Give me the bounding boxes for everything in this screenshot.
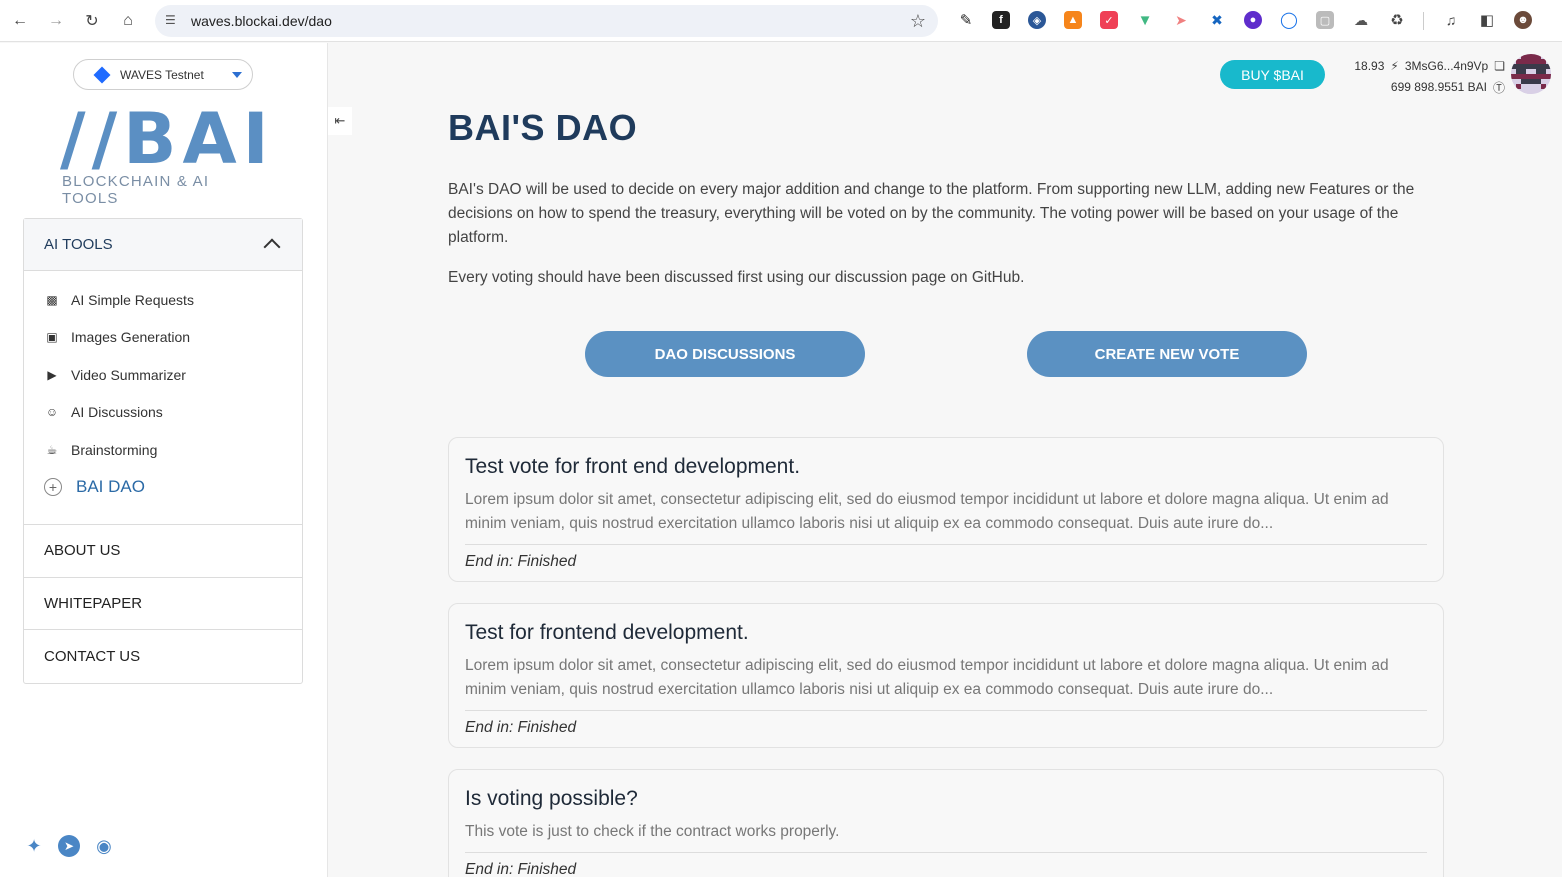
lightning-icon: ⚡ <box>1390 59 1399 73</box>
image-icon: ▣ <box>46 330 58 345</box>
sidebar-item-label: Images Generation <box>71 329 191 346</box>
side-panel-icon[interactable]: ◧ <box>1478 11 1496 29</box>
dao-discussions-button[interactable]: DAO DISCUSSIONS <box>585 331 865 377</box>
arrow-extension-icon[interactable]: ➤ <box>1172 11 1190 29</box>
vote-title: Test for frontend development. <box>465 621 749 644</box>
profile-avatar-icon[interactable]: ☻ <box>1514 11 1532 29</box>
network-label: WAVES Testnet <box>120 67 204 82</box>
vote-description: Lorem ipsum dolor sit amet, consectetur … <box>465 488 1427 545</box>
nav-menu: AI TOOLS ▩ AI Simple Requests ▣ Images G… <box>23 218 303 684</box>
collapse-sidebar-icon[interactable]: ⇤ <box>328 107 352 135</box>
social-links: ✦ ➤ ◉ <box>22 835 116 857</box>
sidebar-item-label: AI Discussions <box>71 404 163 421</box>
bai-balance: 699 898.9551 BAI <box>1390 80 1487 94</box>
chevron-up-icon[interactable] <box>263 238 281 256</box>
vote-card[interactable]: Test for frontend development. Lorem ips… <box>448 603 1444 748</box>
sidebar-item-ai-simple-requests[interactable]: ▩ AI Simple Requests <box>24 281 302 319</box>
wallet-info: 18.93 ⚡ 3MsG6...4n9Vp ❏ 699 898.9551 BAI… <box>1330 58 1505 98</box>
grey-extension-icon[interactable]: ▢ <box>1316 11 1334 29</box>
pocket-extension-icon[interactable]: ✓ <box>1100 11 1118 29</box>
ring-extension-icon[interactable]: ◯ <box>1280 11 1298 29</box>
circle-extension-icon[interactable]: ● <box>1244 11 1262 29</box>
plus-circle-icon: + <box>44 478 62 497</box>
shield-extension-icon[interactable]: ◈ <box>1028 11 1046 29</box>
nav-whitepaper[interactable]: WHITEPAPER <box>24 578 302 630</box>
coin-icon: Ⓣ <box>1492 80 1505 95</box>
sidebar-item-label: Brainstorming <box>71 441 158 458</box>
logo-mark: //BAI <box>60 98 275 180</box>
nav-contact-us[interactable]: CONTACT US <box>24 630 302 683</box>
twitter-icon[interactable]: ✦ <box>22 835 46 857</box>
sidebar-item-brainstorming[interactable]: ☕ Brainstorming <box>24 431 302 469</box>
discord-icon[interactable]: ◉ <box>92 835 116 857</box>
vote-card[interactable]: Is voting possible? This vote is just to… <box>448 769 1444 877</box>
video-icon: ▶ <box>47 367 57 382</box>
ai-tools-header[interactable]: AI TOOLS <box>24 219 302 271</box>
vote-title: Test vote for front end development. <box>465 455 801 478</box>
vote-end-status: End in: Finished <box>465 553 577 570</box>
media-control-icon[interactable]: ♫ <box>1442 11 1460 29</box>
bookmark-star-icon[interactable]: ☆ <box>910 11 926 32</box>
sidebar-item-bai-dao[interactable]: + BAI DAO <box>24 469 302 507</box>
ai-tools-label: AI TOOLS <box>44 236 113 253</box>
waves-balance: 18.93 <box>1354 59 1385 73</box>
toolbar-divider <box>1423 12 1424 30</box>
robot-icon: ▩ <box>46 292 58 307</box>
sidebar: WAVES Testnet //BAI BLOCKCHAIN & AI TOOL… <box>0 43 328 877</box>
chat-icon: ☺ <box>45 405 59 420</box>
puzzle-blue-extension-icon[interactable]: ✖ <box>1208 11 1226 29</box>
create-new-vote-button[interactable]: CREATE NEW VOTE <box>1027 331 1307 377</box>
user-avatar[interactable] <box>1511 54 1551 94</box>
vote-card[interactable]: Test vote for front end development. Lor… <box>448 437 1444 582</box>
vote-description: Lorem ipsum dolor sit amet, consectetur … <box>465 654 1427 711</box>
extensions-puzzle-icon[interactable]: ♻ <box>1388 11 1406 29</box>
fox-extension-icon[interactable]: ▲ <box>1064 11 1082 29</box>
url-text[interactable]: waves.blockai.dev/dao <box>191 13 332 29</box>
cookie-extension-icon[interactable]: ☁ <box>1352 11 1370 29</box>
forward-icon[interactable]: → <box>44 9 68 33</box>
logo-tagline: BLOCKCHAIN & AI TOOLS <box>62 173 210 207</box>
vote-title: Is voting possible? <box>465 787 638 810</box>
sidebar-item-label: AI Simple Requests <box>71 291 194 308</box>
coffee-icon: ☕ <box>46 442 58 457</box>
dao-intro: BAI's DAO will be used to decide on ever… <box>448 181 1415 246</box>
formula-extension-icon[interactable]: f <box>992 11 1010 29</box>
vote-end-status: End in: Finished <box>465 861 577 877</box>
bai-logo[interactable]: //BAI BLOCKCHAIN & AI TOOLS <box>60 104 270 207</box>
vote-description: This vote is just to check if the contra… <box>465 820 1427 853</box>
caret-down-icon <box>232 72 242 78</box>
buy-bai-button[interactable]: BUY $BAI <box>1220 60 1325 89</box>
vue-extension-icon[interactable]: ▼ <box>1136 11 1154 29</box>
copy-icon[interactable]: ❏ <box>1494 59 1505 73</box>
ai-tools-submenu: ▩ AI Simple Requests ▣ Images Generation… <box>24 271 302 525</box>
reload-icon[interactable]: ↻ <box>80 9 104 33</box>
nav-about-us[interactable]: ABOUT US <box>24 525 302 578</box>
pen-extension-icon[interactable]: ✎ <box>957 11 975 29</box>
sidebar-item-ai-discussions[interactable]: ☺ AI Discussions <box>24 394 302 432</box>
waves-diamond-icon <box>93 66 111 83</box>
address-bar[interactable]: ☰ waves.blockai.dev/dao ☆ <box>155 5 938 37</box>
wallet-address: 3MsG6...4n9Vp <box>1404 59 1489 73</box>
page-title: BAI'S DAO <box>448 107 638 148</box>
sidebar-item-label: Video Summarizer <box>71 366 186 383</box>
sidebar-item-images-generation[interactable]: ▣ Images Generation <box>24 319 302 357</box>
back-icon[interactable]: ← <box>8 9 32 33</box>
site-info-icon[interactable]: ☰ <box>165 13 181 29</box>
browser-toolbar: ← → ↻ ⌂ ☰ waves.blockai.dev/dao ☆ ✎ f ◈ … <box>0 0 1562 42</box>
sidebar-item-label: BAI DAO <box>76 477 145 497</box>
dao-intro-github: Every voting should have been discussed … <box>448 269 1025 286</box>
network-select[interactable]: WAVES Testnet <box>73 59 253 90</box>
sidebar-item-video-summarizer[interactable]: ▶ Video Summarizer <box>24 356 302 394</box>
home-icon[interactable]: ⌂ <box>116 9 140 33</box>
vote-end-status: End in: Finished <box>465 719 577 736</box>
telegram-icon[interactable]: ➤ <box>58 835 80 857</box>
